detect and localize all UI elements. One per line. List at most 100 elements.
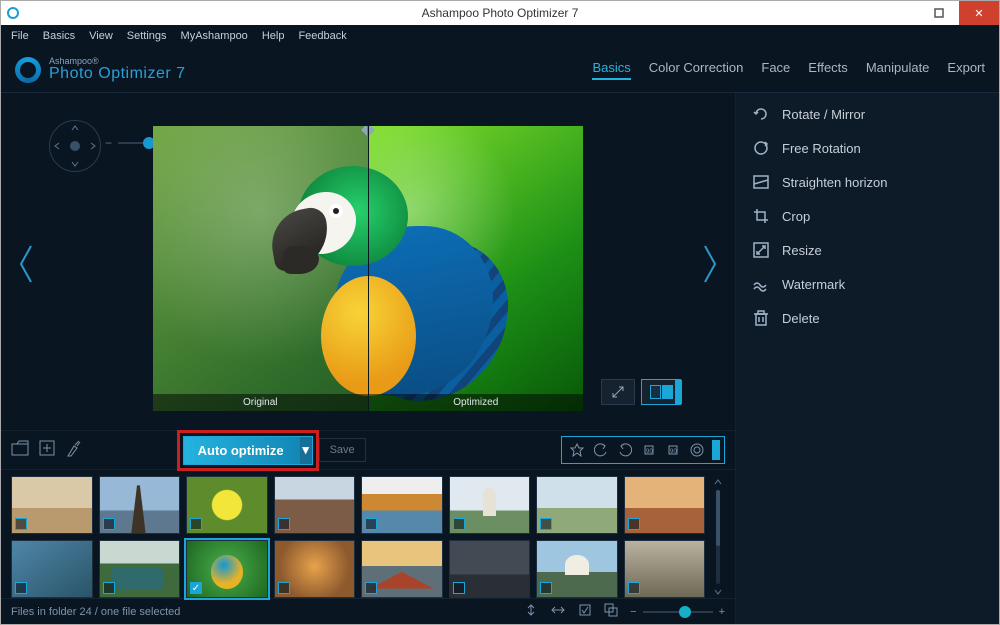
tab-manipulate[interactable]: Manipulate xyxy=(866,60,930,80)
side-label: Resize xyxy=(782,243,822,258)
select-all-icon[interactable] xyxy=(578,603,592,620)
thumbnail-checkbox[interactable] xyxy=(453,582,465,594)
fullscreen-button[interactable] xyxy=(601,379,635,405)
side-label: Straighten horizon xyxy=(782,175,888,190)
tab-color-correction[interactable]: Color Correction xyxy=(649,60,744,80)
side-watermark[interactable]: Watermark xyxy=(736,267,999,301)
thumbnail-checkbox[interactable] xyxy=(628,582,640,594)
thumbnail[interactable] xyxy=(449,476,531,534)
side-label: Crop xyxy=(782,209,810,224)
thumbnail[interactable] xyxy=(274,476,356,534)
svg-text:90: 90 xyxy=(670,449,677,455)
compare-mode-button[interactable] xyxy=(641,379,681,405)
thumbnail-checkbox[interactable] xyxy=(278,518,290,530)
thumbnail-checkbox[interactable] xyxy=(15,582,27,594)
thumbnail[interactable] xyxy=(449,540,531,598)
rotate-right-icon[interactable]: 90 xyxy=(662,440,684,460)
thumbnail-checkbox[interactable] xyxy=(365,518,377,530)
thumbnail[interactable] xyxy=(536,476,618,534)
side-delete[interactable]: Delete xyxy=(736,301,999,335)
thumbnail-grid xyxy=(11,476,705,598)
thumbnail[interactable] xyxy=(624,540,706,598)
thumbnail-checkbox[interactable] xyxy=(103,582,115,594)
favorite-icon[interactable] xyxy=(566,440,588,460)
thumbnail[interactable] xyxy=(11,540,93,598)
settings-gear-icon[interactable] xyxy=(686,440,708,460)
quick-tools-dropdown[interactable] xyxy=(712,440,720,460)
menubar: File Basics View Settings MyAshampoo Hel… xyxy=(1,25,999,47)
side-straighten-horizon[interactable]: Straighten horizon xyxy=(736,165,999,199)
thumbnail-checkbox[interactable] xyxy=(540,582,552,594)
thumbnail-checkbox[interactable] xyxy=(540,518,552,530)
zoom-out-icon[interactable]: − xyxy=(105,136,112,150)
side-label: Delete xyxy=(782,311,820,326)
svg-text:90: 90 xyxy=(646,449,653,455)
thumbnail-checkbox[interactable] xyxy=(190,582,202,594)
sort-icon[interactable] xyxy=(524,603,538,620)
minimize-button[interactable] xyxy=(879,1,919,25)
close-button[interactable]: ✕ xyxy=(959,1,999,25)
side-label: Rotate / Mirror xyxy=(782,107,865,122)
compare-label-optimized: Optimized xyxy=(369,394,584,411)
tab-effects[interactable]: Effects xyxy=(808,60,848,80)
side-resize[interactable]: Resize xyxy=(736,233,999,267)
thumbnail[interactable] xyxy=(186,540,268,598)
logo-product: Photo Optimizer 7 xyxy=(49,66,186,82)
compare-label-original: Original xyxy=(153,394,369,411)
thumbnail-checkbox[interactable] xyxy=(278,582,290,594)
thumbnail[interactable] xyxy=(361,540,443,598)
pan-control[interactable] xyxy=(49,120,101,172)
menu-help[interactable]: Help xyxy=(262,30,285,42)
thumbnail-checkbox[interactable] xyxy=(628,518,640,530)
fit-width-icon[interactable] xyxy=(550,605,566,618)
thumbnail-checkbox[interactable] xyxy=(453,518,465,530)
thumbnail-scrollbar[interactable] xyxy=(711,476,725,598)
prev-image-button[interactable] xyxy=(7,242,45,286)
image-preview[interactable]: Original Optimized xyxy=(153,126,583,411)
menu-view[interactable]: View xyxy=(89,30,113,42)
side-label: Free Rotation xyxy=(782,141,861,156)
rotate-left-icon[interactable]: 90 xyxy=(638,440,660,460)
side-rotate-mirror[interactable]: Rotate / Mirror xyxy=(736,97,999,131)
deselect-all-icon[interactable] xyxy=(604,603,618,620)
quick-tools: 90 90 xyxy=(561,436,725,464)
app-icon xyxy=(7,7,19,19)
compare-divider[interactable] xyxy=(368,126,369,411)
menu-settings[interactable]: Settings xyxy=(127,30,167,42)
tab-face[interactable]: Face xyxy=(761,60,790,80)
thumbnail-checkbox[interactable] xyxy=(15,518,27,530)
maximize-button[interactable] xyxy=(919,1,959,25)
thumbnail[interactable] xyxy=(361,476,443,534)
status-text: Files in folder 24 / one file selected xyxy=(11,606,180,618)
auto-optimize-button[interactable]: Auto optimize ▾ xyxy=(183,436,313,465)
thumbnail-checkbox[interactable] xyxy=(103,518,115,530)
thumbnail[interactable] xyxy=(186,476,268,534)
tab-basics[interactable]: Basics xyxy=(592,60,630,80)
tab-export[interactable]: Export xyxy=(947,60,985,80)
save-button[interactable]: Save xyxy=(319,438,366,462)
menu-file[interactable]: File xyxy=(11,30,29,42)
thumbnail-checkbox[interactable] xyxy=(190,518,202,530)
thumbnail[interactable] xyxy=(536,540,618,598)
open-folder-icon[interactable] xyxy=(11,440,29,461)
menu-feedback[interactable]: Feedback xyxy=(298,30,346,42)
thumbnail[interactable] xyxy=(11,476,93,534)
thumbnail[interactable] xyxy=(624,476,706,534)
thumbnail-zoom-slider[interactable]: −+ xyxy=(630,606,725,618)
menu-basics[interactable]: Basics xyxy=(43,30,75,42)
thumbnail[interactable] xyxy=(99,540,181,598)
auto-optimize-label: Auto optimize xyxy=(198,443,284,458)
side-crop[interactable]: Crop xyxy=(736,199,999,233)
side-free-rotation[interactable]: Free Rotation xyxy=(736,131,999,165)
add-image-icon[interactable] xyxy=(39,440,55,461)
redo-icon[interactable] xyxy=(614,440,636,460)
auto-optimize-dropdown[interactable]: ▾ xyxy=(300,437,312,464)
menu-myashampoo[interactable]: MyAshampoo xyxy=(181,30,248,42)
logo-icon xyxy=(15,57,41,83)
brush-icon[interactable] xyxy=(65,439,81,462)
thumbnail[interactable] xyxy=(99,476,181,534)
undo-icon[interactable] xyxy=(590,440,612,460)
next-image-button[interactable] xyxy=(691,242,729,286)
thumbnail-checkbox[interactable] xyxy=(365,582,377,594)
thumbnail[interactable] xyxy=(274,540,356,598)
